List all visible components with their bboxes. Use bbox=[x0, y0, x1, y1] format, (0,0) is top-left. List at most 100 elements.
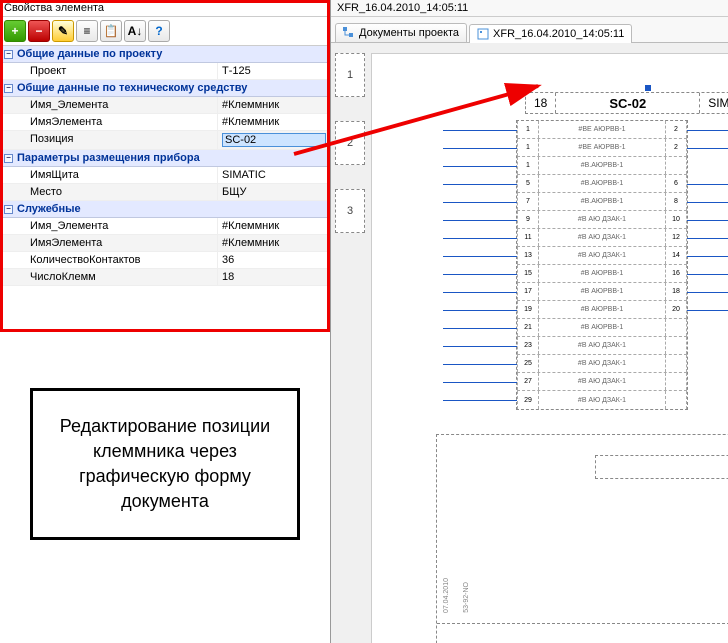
property-value[interactable] bbox=[218, 167, 330, 183]
terminal-num-right bbox=[665, 355, 687, 372]
terminal-row[interactable]: 1#В.АЮРВВ-1 bbox=[517, 157, 687, 175]
terminal-row[interactable]: 23#В АЮ ДЗАК-1 bbox=[517, 337, 687, 355]
property-row[interactable]: Место bbox=[0, 184, 330, 201]
terminal-label: #В.АЮРВВ-1 bbox=[539, 162, 665, 169]
terminal-label: #ВЕ АЮРВВ-1 bbox=[539, 144, 665, 151]
sort-button[interactable]: A↓ bbox=[124, 20, 146, 42]
drawing-canvas[interactable]: 1 2 3 18 SC-02 SIMATIC 1#ВЕ АЮРВВ-12#SM3… bbox=[331, 43, 728, 643]
terminal-num-left: 25 bbox=[517, 355, 539, 372]
terminal-header[interactable]: 18 SC-02 SIMATIC bbox=[525, 92, 728, 114]
property-value[interactable] bbox=[218, 63, 330, 79]
property-group-header[interactable]: −Служебные bbox=[0, 201, 330, 218]
terminal-label: #В АЮ ДЗАК-1 bbox=[539, 252, 665, 259]
property-row[interactable]: ИмяЭлемента bbox=[0, 235, 330, 252]
property-value[interactable] bbox=[218, 235, 330, 251]
property-input[interactable] bbox=[222, 99, 326, 111]
property-value[interactable] bbox=[218, 184, 330, 200]
property-value[interactable] bbox=[218, 97, 330, 113]
collapse-icon: − bbox=[4, 205, 13, 214]
property-row[interactable]: КоличествоКонтактов bbox=[0, 252, 330, 269]
tab-xfr-document[interactable]: XFR_16.04.2010_14:05:11 bbox=[469, 24, 632, 43]
terminal-row[interactable]: 29#В АЮ ДЗАК-1 bbox=[517, 391, 687, 409]
terminal-label: #В АЮРВВ-1 bbox=[539, 306, 665, 313]
edit-button[interactable]: ✎ bbox=[52, 20, 74, 42]
property-label: Имя_Элемента bbox=[0, 97, 218, 113]
lower-diagram-block[interactable]: 07.04.2010 53-92-NO 53-92-NO 07.04.2010 bbox=[436, 434, 728, 643]
property-input[interactable] bbox=[222, 237, 326, 249]
group-title: Общие данные по проекту bbox=[17, 48, 162, 60]
list-button[interactable]: ≡ bbox=[76, 20, 98, 42]
help-button[interactable]: ? bbox=[148, 20, 170, 42]
form-icon bbox=[477, 28, 489, 40]
delete-button[interactable]: − bbox=[28, 20, 50, 42]
terminal-num-right bbox=[665, 337, 687, 354]
terminal-row[interactable]: 27#В АЮ ДЗАК-1 bbox=[517, 373, 687, 391]
property-row[interactable]: ЧислоКлемм bbox=[0, 269, 330, 286]
property-value[interactable] bbox=[218, 252, 330, 268]
property-group-header[interactable]: −Параметры размещения прибора bbox=[0, 150, 330, 167]
property-input[interactable] bbox=[222, 271, 326, 283]
terminal-strip[interactable]: 1#ВЕ АЮРВВ-12#SM3311#ВЕ АЮРВВ-12#SM3311#… bbox=[516, 120, 688, 410]
property-input[interactable] bbox=[222, 220, 326, 232]
property-label: Проект bbox=[0, 63, 218, 79]
property-input[interactable] bbox=[222, 65, 326, 77]
terminal-row[interactable]: 21#В АЮРВВ-1 bbox=[517, 319, 687, 337]
property-input[interactable] bbox=[222, 133, 326, 147]
property-input[interactable] bbox=[222, 169, 326, 181]
selection-handle[interactable] bbox=[645, 85, 651, 91]
terminal-row[interactable]: 5#В.АЮРВВ-16#SM331 bbox=[517, 175, 687, 193]
terminal-label: #В АЮ ДЗАК-1 bbox=[539, 234, 665, 241]
wire-left bbox=[443, 202, 517, 203]
property-row[interactable]: ИмяЭлемента bbox=[0, 114, 330, 131]
terminal-row[interactable]: 17#В АЮРВВ-118#SM331 bbox=[517, 283, 687, 301]
wire-left bbox=[443, 274, 517, 275]
property-label: Позиция bbox=[0, 131, 218, 149]
property-input[interactable] bbox=[222, 116, 326, 128]
terminal-row[interactable]: 1#ВЕ АЮРВВ-12#SM331 bbox=[517, 139, 687, 157]
wire-left bbox=[443, 220, 517, 221]
page-thumb-1[interactable]: 1 bbox=[335, 53, 365, 97]
terminal-num-right: 2 bbox=[665, 139, 687, 156]
terminal-row[interactable]: 11#В АЮ ДЗАК-112#SM331 bbox=[517, 229, 687, 247]
property-row[interactable]: Позиция bbox=[0, 131, 330, 150]
property-row[interactable]: Имя_Элемента bbox=[0, 218, 330, 235]
terminal-row[interactable]: 15#В АЮРВВ-116 bbox=[517, 265, 687, 283]
property-value[interactable] bbox=[218, 114, 330, 130]
group-title: Служебные bbox=[17, 203, 81, 215]
terminal-row[interactable]: 7#В.АЮРВВ-18#SM331 bbox=[517, 193, 687, 211]
property-value[interactable] bbox=[218, 269, 330, 285]
property-group-header[interactable]: −Общие данные по проекту bbox=[0, 46, 330, 63]
property-input[interactable] bbox=[222, 186, 326, 198]
terminal-label: #В АЮРВВ-1 bbox=[539, 324, 665, 331]
wire-right bbox=[687, 292, 728, 293]
wire-left bbox=[443, 238, 517, 239]
property-value[interactable] bbox=[218, 131, 330, 149]
terminal-num-right: 20 bbox=[665, 301, 687, 318]
property-row[interactable]: ИмяЩита bbox=[0, 167, 330, 184]
terminal-num-right: 16 bbox=[665, 265, 687, 282]
page-paper: 18 SC-02 SIMATIC 1#ВЕ АЮРВВ-12#SM3311#ВЕ… bbox=[371, 53, 728, 643]
property-value[interactable] bbox=[218, 218, 330, 234]
terminal-num-right: 10 bbox=[665, 211, 687, 228]
property-input[interactable] bbox=[222, 254, 326, 266]
add-button[interactable]: + bbox=[4, 20, 26, 42]
clipboard-button[interactable]: 📋 bbox=[100, 20, 122, 42]
property-group-header[interactable]: −Общие данные по техническому средству bbox=[0, 80, 330, 97]
tree-icon bbox=[343, 27, 355, 39]
terminal-row[interactable]: 13#В АЮ ДЗАК-114#SM331 bbox=[517, 247, 687, 265]
property-row[interactable]: Проект bbox=[0, 63, 330, 80]
terminal-row[interactable]: 1#ВЕ АЮРВВ-12#SM331 bbox=[517, 121, 687, 139]
page-thumb-2[interactable]: 2 bbox=[335, 121, 365, 165]
properties-toolbar: + − ✎ ≡ 📋 A↓ ? bbox=[0, 17, 330, 46]
terminal-row[interactable]: 25#В АЮ ДЗАК-1 bbox=[517, 355, 687, 373]
page-thumb-3[interactable]: 3 bbox=[335, 189, 365, 233]
terminal-row[interactable]: 9#В АЮ ДЗАК-110 bbox=[517, 211, 687, 229]
collapse-icon: − bbox=[4, 154, 13, 163]
wire-left bbox=[443, 292, 517, 293]
tab-project-documents[interactable]: Документы проекта bbox=[335, 23, 467, 42]
wire-left bbox=[443, 184, 517, 185]
property-row[interactable]: Имя_Элемента bbox=[0, 97, 330, 114]
terminal-row[interactable]: 19#В АЮРВВ-120#SM331 bbox=[517, 301, 687, 319]
terminal-num-left: 13 bbox=[517, 247, 539, 264]
property-label: ИмяЭлемента bbox=[0, 114, 218, 130]
